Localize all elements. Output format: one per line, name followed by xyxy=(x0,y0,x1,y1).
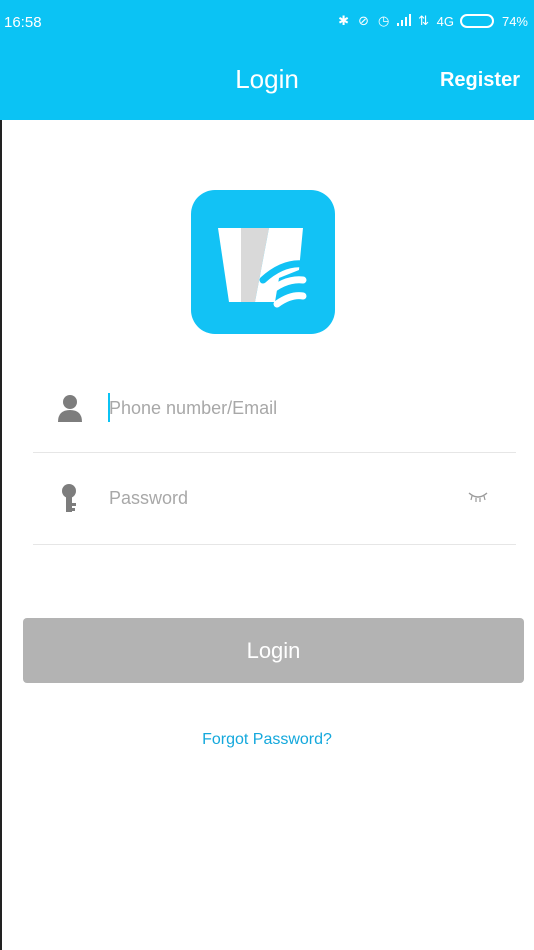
divider xyxy=(33,544,516,545)
alarm-icon: ◷ xyxy=(377,13,390,28)
status-bar: 16:58 ✱ ⊘ ◷ ⇅ 4G 74% xyxy=(0,0,534,40)
register-button[interactable]: Register xyxy=(440,69,520,92)
username-input[interactable] xyxy=(109,392,479,424)
login-button[interactable]: Login xyxy=(23,618,524,683)
username-row xyxy=(33,378,516,442)
status-icons: ✱ ⊘ ◷ ⇅ 4G 74% xyxy=(337,13,528,29)
bluetooth-icon: ✱ xyxy=(338,13,350,28)
data-arrows-icon: ⇅ xyxy=(418,13,430,28)
screen-edge xyxy=(0,120,2,950)
app-logo-icon xyxy=(191,190,335,334)
divider xyxy=(33,452,516,453)
login-screen: 16:58 ✱ ⊘ ◷ ⇅ 4G 74% Login Register Phon… xyxy=(0,0,534,950)
battery-percent: 74% xyxy=(501,13,528,29)
forgot-password-link[interactable]: Forgot Password? xyxy=(0,731,534,749)
key-icon xyxy=(57,482,83,514)
eye-closed-icon[interactable] xyxy=(467,490,489,504)
no-vibrate-icon: ⊘ xyxy=(358,13,370,28)
signal-icon xyxy=(396,13,411,29)
password-row xyxy=(33,468,516,532)
battery-icon xyxy=(459,14,496,28)
person-icon xyxy=(57,392,83,424)
password-input[interactable] xyxy=(109,482,479,514)
network-type: 4G xyxy=(436,13,454,29)
status-time: 16:58 xyxy=(4,14,42,31)
app-header: 16:58 ✱ ⊘ ◷ ⇅ 4G 74% Login Register xyxy=(0,0,534,120)
